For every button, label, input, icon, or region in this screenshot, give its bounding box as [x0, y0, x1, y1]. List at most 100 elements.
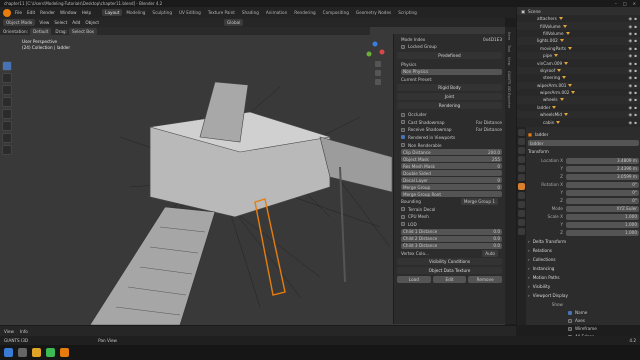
visibility-eye-icon[interactable]: ◉ — [629, 24, 633, 29]
search-icon[interactable] — [18, 348, 27, 357]
visibility-eye-icon[interactable]: ◉ — [629, 90, 633, 95]
view-layer-tab-icon[interactable] — [518, 156, 525, 163]
visibility-eye-icon[interactable]: ◉ — [629, 105, 633, 110]
physics-tab-icon[interactable] — [518, 201, 525, 208]
file-explorer-icon[interactable] — [32, 348, 41, 357]
transform-orientation-dropdown[interactable]: Global — [224, 19, 244, 26]
outliner-item[interactable]: vinCam.009 ◉ ▪ — [517, 59, 640, 66]
visibility-eye-icon[interactable]: ◉ — [629, 112, 633, 117]
remove-button[interactable]: Remove — [468, 276, 503, 284]
scale-field[interactable]: 1.000 — [566, 221, 639, 228]
outliner-item[interactable]: lights.002 ◉ ▪ — [517, 37, 640, 45]
sidebar-tab-3[interactable]: GIANTS I3D Exporter — [507, 71, 511, 108]
outliner-item[interactable]: skyroof ◉ ▪ — [517, 66, 640, 75]
visibility-eye-icon[interactable]: ◉ — [629, 83, 633, 88]
outliner-item[interactable]: fillVolume ◉ ▪ — [517, 30, 640, 37]
lod-field[interactable]: Child 2 Distance 0.0 — [401, 235, 502, 242]
world-tab-icon[interactable] — [518, 174, 525, 181]
transform-header[interactable]: Transform — [528, 148, 639, 155]
viewport-menu-view[interactable]: View — [39, 20, 49, 25]
render-field[interactable]: Object Mask 255 — [401, 156, 502, 163]
tab-geometry-nodes[interactable]: Geometry Nodes — [353, 9, 394, 16]
rotation-mode-dropdown[interactable]: XYZ Euler — [566, 205, 639, 212]
menu-edit[interactable]: Edit — [27, 10, 35, 15]
sidebar-tab-2[interactable]: View — [507, 57, 511, 66]
modifier-tab-icon[interactable] — [518, 192, 525, 199]
tab-layout[interactable]: Layout — [102, 9, 123, 16]
render-camera-icon[interactable]: ▪ — [634, 83, 637, 88]
render-camera-icon[interactable]: ▪ — [634, 68, 637, 73]
blender-logo-icon[interactable] — [3, 8, 11, 17]
section-delta-transform[interactable]: › Delta Transform — [528, 238, 639, 245]
render-field[interactable]: Double Sided — [401, 170, 502, 177]
render-checkbox[interactable] — [401, 112, 405, 117]
sidebar-tab-1[interactable]: Tool — [507, 45, 511, 52]
tab-texture-paint[interactable]: Texture Paint — [205, 9, 238, 16]
zoom-icon[interactable] — [375, 61, 381, 67]
timeline-menu-info[interactable]: Info — [20, 329, 28, 334]
object-tab-icon[interactable] — [518, 183, 525, 190]
render-camera-icon[interactable]: ▪ — [634, 46, 637, 51]
tab-rendering[interactable]: Rendering — [291, 9, 318, 16]
location-field[interactable]: 3.0599 m — [566, 173, 639, 180]
visibility-eye-icon[interactable]: ◉ — [629, 16, 633, 21]
start-icon[interactable] — [4, 348, 13, 357]
render-camera-icon[interactable]: ▪ — [634, 90, 637, 95]
render-field[interactable]: Merge Group Root — [401, 191, 502, 198]
section-relations[interactable]: › Relations — [528, 247, 639, 254]
material-tab-icon[interactable] — [518, 228, 525, 235]
pan-icon[interactable] — [375, 70, 381, 76]
close-icon[interactable]: × — [633, 1, 636, 6]
visibility-eye-icon[interactable]: ◉ — [629, 38, 633, 43]
lod-field[interactable]: Child 3 Distance 0.0 — [401, 242, 502, 249]
visibility-eye-icon[interactable]: ◉ — [629, 68, 633, 73]
visibility-eye-icon[interactable]: ◉ — [629, 31, 633, 36]
vertex-color-dropdown[interactable]: Auto — [482, 249, 498, 257]
gizmo-z-icon[interactable] — [372, 41, 378, 47]
render-camera-icon[interactable]: ▪ — [634, 53, 637, 58]
display-checkbox[interactable] — [568, 318, 572, 323]
outliner-item[interactable]: wheelsMid ◉ ▪ — [517, 111, 640, 119]
rendering-section[interactable]: Rendering — [397, 102, 502, 110]
render-field[interactable]: Merge Group 0 — [401, 184, 502, 191]
gizmo-y-icon[interactable] — [366, 51, 372, 57]
location-field[interactable]: 2.4396 m — [566, 165, 639, 172]
scale-field[interactable]: 1.000 — [566, 229, 639, 236]
section-motion-paths[interactable]: › Motion Paths — [528, 274, 639, 281]
outliner-item[interactable]: steering ◉ ▪ — [517, 74, 640, 81]
viewport-menu-add[interactable]: Add — [72, 20, 80, 25]
section-instancing[interactable]: › Instancing — [528, 265, 639, 272]
object-name-field[interactable]: ladder — [528, 140, 639, 146]
menu-file[interactable]: File — [15, 10, 22, 15]
maximize-icon[interactable]: □ — [623, 1, 627, 6]
minimize-icon[interactable]: – — [615, 1, 617, 6]
render-checkbox[interactable] — [401, 120, 405, 125]
blender-taskbar-icon[interactable] — [60, 348, 69, 357]
visibility-eye-icon[interactable]: ◉ — [629, 97, 633, 102]
tab-modeling[interactable]: Modeling — [123, 9, 148, 16]
outliner-item[interactable]: fillVolume ◉ ▪ — [517, 22, 640, 30]
visibility-eye-icon[interactable]: ◉ — [629, 61, 633, 66]
rotation-field[interactable]: 0° — [566, 181, 639, 188]
misc-checkbox[interactable] — [401, 214, 405, 219]
outliner-item[interactable]: pipe ◉ ▪ — [517, 51, 640, 60]
tab-scripting[interactable]: Scripting — [395, 9, 420, 16]
section-visibility[interactable]: › Visibility — [528, 283, 639, 290]
render-field[interactable]: Decal Layer 0 — [401, 177, 502, 184]
viewport-menu-select[interactable]: Select — [54, 20, 67, 25]
render-camera-icon[interactable]: ▪ — [634, 61, 637, 66]
visibility-eye-icon[interactable]: ◉ — [629, 120, 633, 125]
viewport-menu-object[interactable]: Object — [85, 20, 99, 25]
predefined-section[interactable]: Predefined — [397, 52, 502, 60]
render-checkbox[interactable] — [401, 127, 405, 132]
object-data-texture-section[interactable]: Object Data Texture — [397, 267, 502, 275]
render-field[interactable]: Res Mesh Mask 0 — [401, 163, 502, 170]
outliner-item[interactable]: attachers ◉ ▪ — [517, 15, 640, 22]
data-tab-icon[interactable] — [518, 219, 525, 226]
render-camera-icon[interactable]: ▪ — [634, 120, 637, 125]
render-camera-icon[interactable]: ▪ — [634, 38, 637, 43]
rotation-field[interactable]: 0° — [566, 197, 639, 204]
tab-sculpting[interactable]: Sculpting — [149, 9, 175, 16]
visibility-eye-icon[interactable]: ◉ — [629, 46, 633, 51]
camera-view-icon[interactable] — [375, 79, 381, 85]
